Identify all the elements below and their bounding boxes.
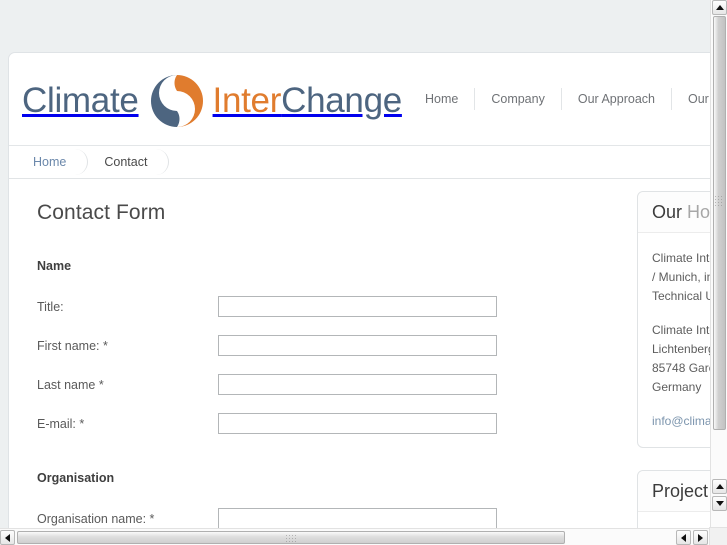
arrow-down-icon [715,501,724,506]
nav-item-company[interactable]: Company [475,92,561,106]
logo-text-climate: Climate [22,81,139,120]
main-navigation: Home Company Our Approach Our Values [409,53,710,145]
label-last-name: Last name * [37,377,104,392]
field-row-title: Title: [9,291,621,322]
scroll-left-button[interactable] [0,530,15,545]
label-email: E-mail: * [37,416,85,431]
scroll-right-button[interactable] [693,530,708,545]
sidebar-panel-heading: Our Home [638,192,710,233]
sidebar-heading-strong: Our [652,202,683,222]
horizontal-scrollbar-thumb[interactable] [17,531,565,544]
last-name-input[interactable] [218,374,497,395]
sidebar-panel-body: Climate InterChange develops and finance… [638,512,710,528]
logo-text-change: Change [281,81,402,120]
horizontal-scrollbar[interactable] [0,528,710,545]
vertical-scrollbar-thumb[interactable] [713,16,726,430]
nav-item-our-values[interactable]: Our Values [672,92,710,106]
sidebar-panel-heading: Project Business [638,471,710,512]
sidebar-heading-light: Home [687,202,710,222]
sidebar-panel-our-home: Our Home Climate InterChange is based in… [637,191,710,448]
scroll-up-button-lower[interactable] [712,479,727,494]
site-header: Climate Inter Change Home Company Our App… [9,53,710,146]
sidebar-address: Climate InterChange AG Lichtenbergstrass… [652,323,710,394]
breadcrumb-item-home[interactable]: Home [17,146,89,178]
arrow-left-icon [5,533,10,542]
first-name-input[interactable] [218,335,497,356]
scroll-left-button-right[interactable] [676,530,691,545]
arrow-up-icon [715,484,724,489]
label-first-name: First name: * [37,338,108,353]
site-logo[interactable]: Climate Inter Change [22,73,402,129]
arrow-up-icon [715,5,724,10]
field-row-first-name: First name: * [9,330,621,361]
field-row-email: E-mail: * [9,408,621,439]
sidebar-panel-body: Climate InterChange is based in Garching… [638,233,710,447]
arrow-left-icon [681,533,686,542]
sidebar-panel-project-business: Project Business Climate InterChange dev… [637,470,710,528]
page-content-card: Climate Inter Change Home Company Our App… [8,52,710,528]
email-input[interactable] [218,413,497,434]
sidebar-paragraph: Climate InterChange is based in Garching… [652,251,710,303]
breadcrumb: Home Contact [9,146,710,179]
contact-form-column: Contact Form Name Title: First name: * L… [9,179,621,528]
scrollbar-corner [709,527,727,545]
content-area: Contact Form Name Title: First name: * L… [9,179,710,528]
section-heading-name: Name [37,259,72,273]
arrow-right-icon [698,533,703,542]
circular-exchange-logo-icon [147,71,207,131]
field-row-last-name: Last name * [9,369,621,400]
vertical-scrollbar[interactable] [710,0,727,528]
sidebar-email-link[interactable]: info@climateinterchange.com [652,414,710,428]
label-title: Title: [37,299,64,314]
organisation-name-input[interactable] [218,508,497,528]
title-input[interactable] [218,296,497,317]
breadcrumb-item-contact: Contact [88,146,170,178]
logo-text-inter: Inter [212,81,282,120]
sidebar-column: Our Home Climate InterChange is based in… [621,179,710,528]
scroll-up-button[interactable] [712,0,727,15]
field-row-organisation-name: Organisation name: * [9,503,621,528]
sidebar-heading-strong: Project [652,481,709,501]
nav-item-home[interactable]: Home [409,92,474,106]
page-title: Contact Form [37,201,166,224]
scroll-down-button[interactable] [712,496,727,511]
browser-viewport: Climate Inter Change Home Company Our App… [0,0,710,528]
label-organisation-name: Organisation name: * [37,511,155,526]
section-heading-organisation: Organisation [37,471,115,485]
nav-item-our-approach[interactable]: Our Approach [562,92,671,106]
